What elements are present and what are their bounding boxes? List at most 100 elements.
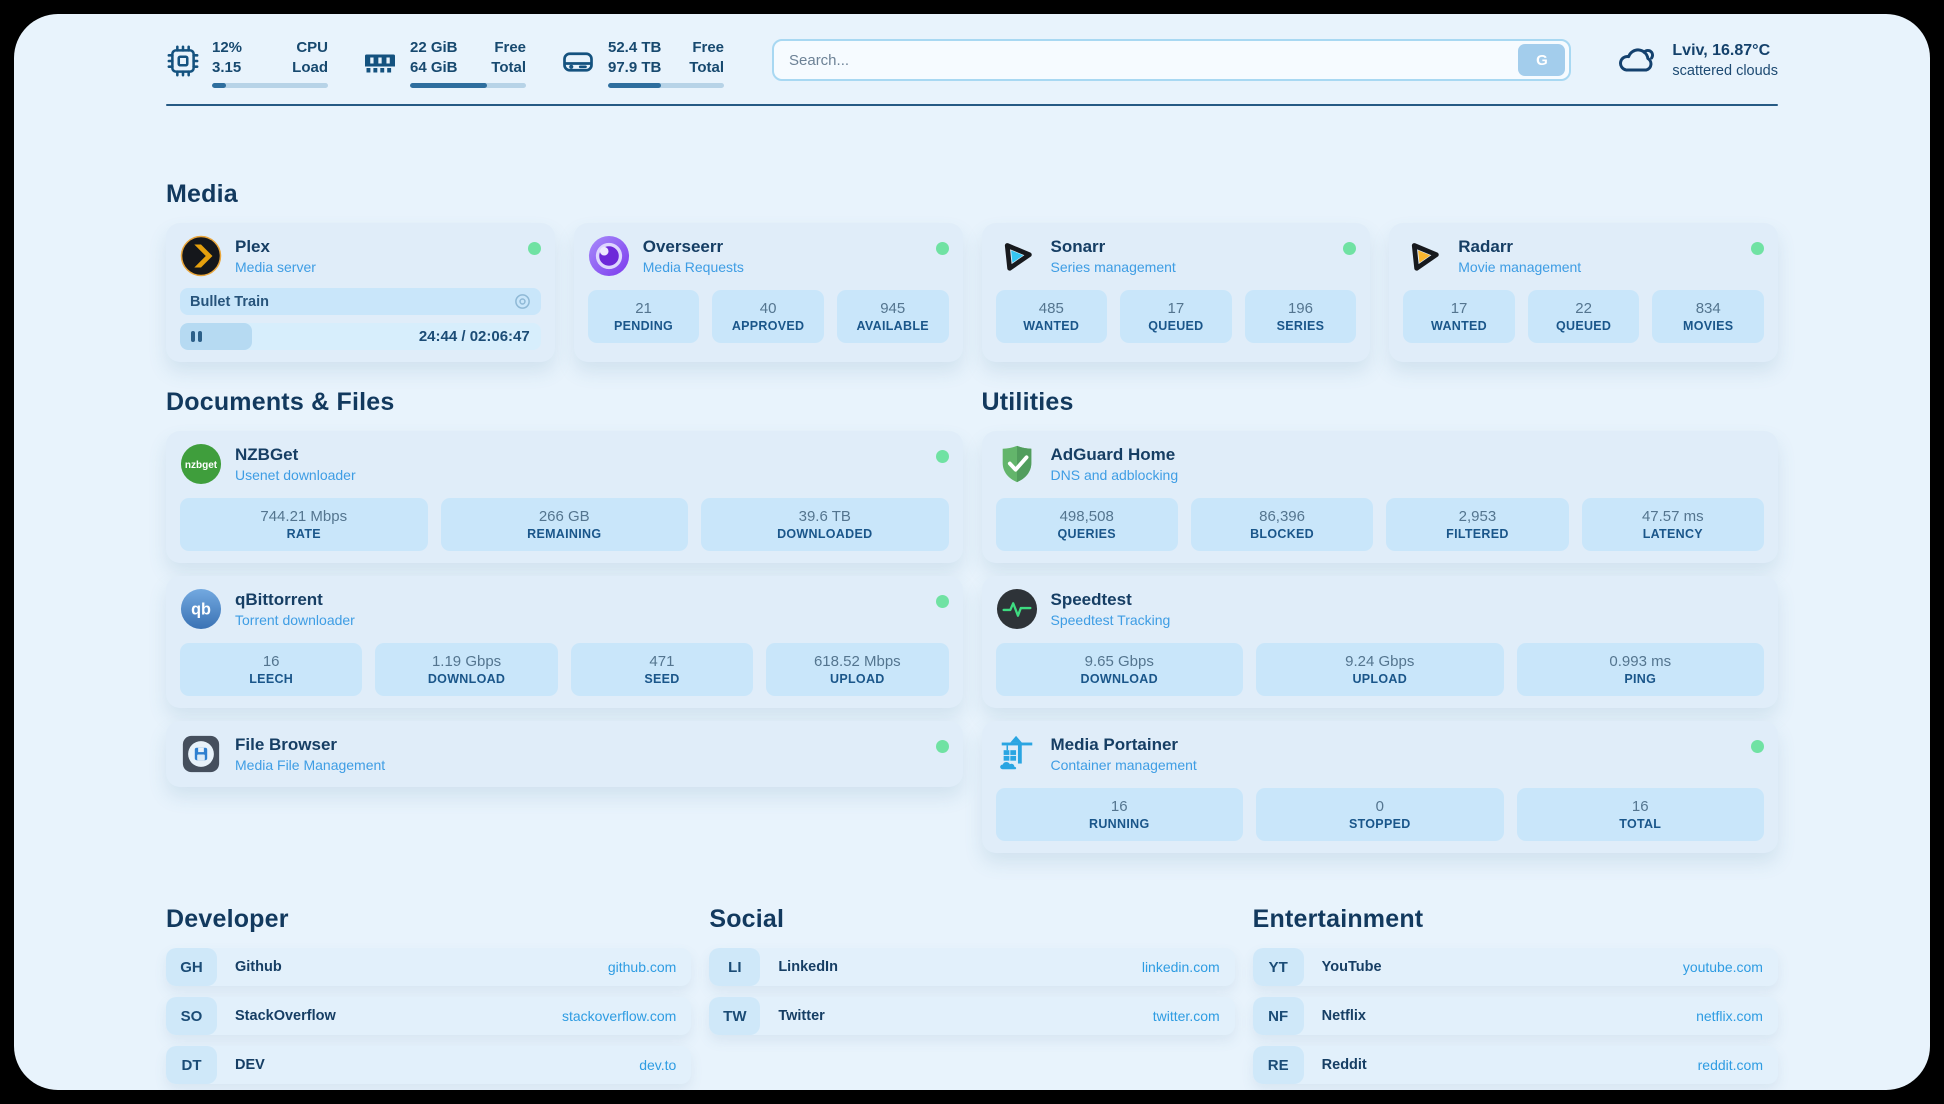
link-row-netflix[interactable]: NF Netflix netflix.com: [1253, 997, 1778, 1035]
app-title: Plex: [235, 237, 316, 257]
stat-tile: 9.24 GbpsUPLOAD: [1256, 643, 1504, 696]
link-name: Twitter: [778, 1008, 824, 1024]
link-name: LinkedIn: [778, 959, 838, 975]
link-url: youtube.com: [1683, 959, 1763, 975]
search-bar: G: [772, 39, 1571, 81]
stat-tile: 22 QUEUED: [1528, 290, 1640, 343]
ram-total-value: 64 GiB: [410, 58, 458, 78]
stat-value: 266 GB: [539, 508, 590, 525]
disk-progress-fill: [608, 83, 661, 88]
app-card-sonarr[interactable]: Sonarr Series management 485WANTED 17QUE…: [982, 223, 1371, 362]
link-row-dev[interactable]: DT DEV dev.to: [166, 1046, 691, 1084]
video-icon: [514, 293, 531, 310]
link-row-reddit[interactable]: RE Reddit reddit.com: [1253, 1046, 1778, 1084]
app-card-nzbget[interactable]: nzbget NZBGet Usenet downloader 744.21 M…: [166, 431, 963, 563]
app-card-filebrowser[interactable]: File Browser Media File Management: [166, 721, 963, 787]
portainer-icon: [996, 733, 1038, 775]
stat-value: 1.19 Gbps: [432, 653, 501, 670]
link-row-github[interactable]: GH Github github.com: [166, 948, 691, 986]
search-engine-button[interactable]: G: [1518, 44, 1565, 76]
app-subtitle: Media Requests: [643, 259, 744, 275]
link-row-linkedin[interactable]: LI LinkedIn linkedin.com: [709, 948, 1234, 986]
stat-label: PENDING: [614, 319, 673, 333]
app-card-qbittorrent[interactable]: qb qBittorrent Torrent downloader 16LEEC…: [166, 576, 963, 708]
stat-tile: 40APPROVED: [712, 290, 824, 343]
radarr-icon: [1403, 235, 1445, 277]
app-card-radarr[interactable]: Radarr Movie management 17WANTED 22QUEUE…: [1389, 223, 1778, 362]
stat-value: 945: [880, 300, 905, 317]
cpu-progress-fill: [212, 83, 226, 88]
link-url: dev.to: [639, 1057, 676, 1073]
link-url: linkedin.com: [1142, 959, 1220, 975]
cpu-label2: Load: [292, 58, 328, 78]
stat-label: QUERIES: [1058, 527, 1116, 541]
overseerr-icon: [588, 235, 630, 277]
stat-tile: 744.21 MbpsRATE: [180, 498, 428, 551]
stat-tile: 266 GBREMAINING: [441, 498, 689, 551]
app-title: Radarr: [1458, 237, 1581, 257]
stat-value: 0.993 ms: [1609, 653, 1671, 670]
app-title: qBittorrent: [235, 590, 355, 610]
stat-value: 17: [1168, 300, 1185, 317]
status-dot: [1751, 242, 1764, 255]
link-name: StackOverflow: [235, 1008, 336, 1024]
stat-value: 16: [1111, 798, 1128, 815]
cpu-load-value: 3.15: [212, 58, 242, 78]
stat-value: 22: [1575, 300, 1592, 317]
search-input[interactable]: [789, 52, 1518, 69]
stat-tile: 1.19 GbpsDOWNLOAD: [375, 643, 557, 696]
app-subtitle: Series management: [1051, 259, 1176, 275]
app-subtitle: DNS and adblocking: [1051, 467, 1179, 483]
stat-tile: 21 PENDING: [588, 290, 700, 343]
link-badge: LI: [709, 948, 760, 986]
ram-label: Free: [491, 38, 526, 58]
speedtest-icon: [996, 588, 1038, 630]
link-url: twitter.com: [1153, 1008, 1220, 1024]
cpu-chip-icon: [166, 44, 200, 78]
disk-stat: 52.4 TB 97.9 TB Free Total: [560, 38, 724, 88]
stat-value: 21: [635, 300, 652, 317]
stat-value: 17: [1451, 300, 1468, 317]
app-card-overseerr[interactable]: Overseerr Media Requests 21PENDING 40APP…: [574, 223, 963, 362]
link-row-youtube[interactable]: YT YouTube youtube.com: [1253, 948, 1778, 986]
link-name: DEV: [235, 1057, 265, 1073]
stat-value: 9.65 Gbps: [1085, 653, 1154, 670]
stat-tile: 2,953FILTERED: [1386, 498, 1568, 551]
stat-label: PING: [1624, 672, 1656, 686]
top-bar: 12% 3.15 CPU Load: [166, 14, 1778, 88]
app-card-portainer[interactable]: Media Portainer Container management 16R…: [982, 721, 1779, 853]
stat-tile: 86,396BLOCKED: [1191, 498, 1373, 551]
stat-value: 744.21 Mbps: [260, 508, 347, 525]
weather-widget: Lviv, 16.87°C scattered clouds: [1615, 40, 1778, 81]
link-row-twitter[interactable]: TW Twitter twitter.com: [709, 997, 1234, 1035]
app-title: File Browser: [235, 735, 385, 755]
stat-label: UPLOAD: [830, 672, 885, 686]
stat-label: SERIES: [1277, 319, 1325, 333]
stat-value: 40: [760, 300, 777, 317]
status-dot: [528, 242, 541, 255]
pause-icon: [191, 331, 202, 342]
link-url: reddit.com: [1698, 1057, 1763, 1073]
app-title: Sonarr: [1051, 237, 1176, 257]
stat-tile: 0STOPPED: [1256, 788, 1504, 841]
stat-tile: 0.993 ms PING: [1517, 643, 1765, 696]
link-row-stackoverflow[interactable]: SO StackOverflow stackoverflow.com: [166, 997, 691, 1035]
status-dot: [936, 740, 949, 753]
app-card-adguard[interactable]: AdGuard Home DNS and adblocking 498,508Q…: [982, 431, 1779, 563]
app-card-speedtest[interactable]: Speedtest Speedtest Tracking 9.65 GbpsDO…: [982, 576, 1779, 708]
stat-tile: 485WANTED: [996, 290, 1108, 343]
link-name: Reddit: [1322, 1057, 1367, 1073]
ram-stat: 22 GiB 64 GiB Free Total: [362, 38, 526, 88]
link-name: Github: [235, 959, 282, 975]
app-subtitle: Media File Management: [235, 757, 385, 773]
stat-label: MOVIES: [1683, 319, 1733, 333]
stat-label: QUEUED: [1556, 319, 1611, 333]
now-playing-row: Bullet Train: [180, 288, 541, 315]
cloud-icon: [1615, 43, 1659, 79]
section-title-social: Social: [709, 905, 1234, 934]
section-title-entertainment: Entertainment: [1253, 905, 1778, 934]
stat-label: UPLOAD: [1352, 672, 1407, 686]
app-card-plex[interactable]: Plex Media server Bullet Train: [166, 223, 555, 362]
section-title-utilities: Utilities: [982, 388, 1779, 417]
disk-label2: Total: [689, 58, 724, 78]
